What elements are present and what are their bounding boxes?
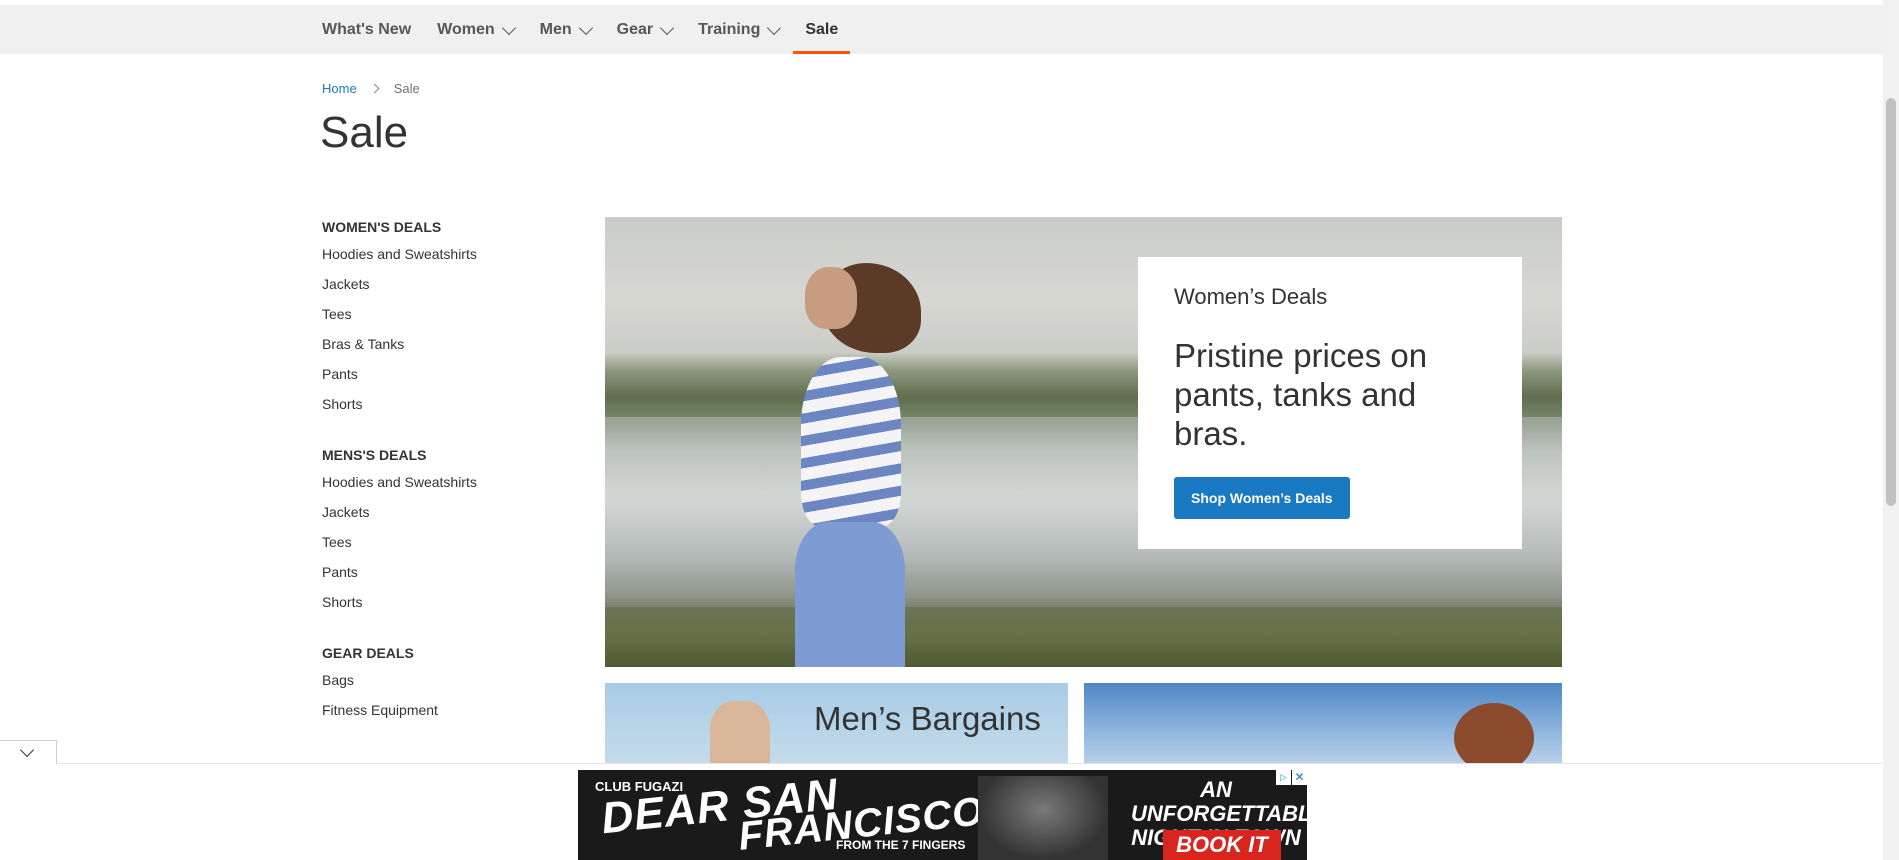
nav-item-label: Training — [698, 20, 761, 38]
runner-tank-top — [801, 357, 901, 527]
scrollbar-thumb[interactable] — [1886, 98, 1896, 506]
nav-item-label: Sale — [805, 20, 839, 38]
mens-bargains-tile[interactable]: Men’s Bargains — [605, 683, 1068, 763]
sidebar-link[interactable]: Shorts — [322, 389, 572, 419]
nav-item-men[interactable]: Men — [539, 5, 593, 54]
ad-collapse-toggle[interactable] — [0, 740, 57, 764]
sidebar-link[interactable]: Shorts — [322, 587, 572, 617]
sidebar-link[interactable]: Bags — [322, 665, 572, 695]
mens-deals-group: MENS'S DEALS Hoodies and Sweatshirts Jac… — [322, 443, 572, 617]
chevron-right-icon — [369, 83, 380, 94]
runner-leggings — [795, 522, 905, 667]
group-heading: GEAR DEALS — [322, 645, 414, 661]
breadcrumb-home-link[interactable]: Home — [322, 81, 357, 96]
tile-title: Men’s Bargains — [814, 700, 1041, 737]
promo-headline: Pristine prices on pants, tanks and bras… — [1174, 337, 1428, 452]
gear-promo-image — [1454, 703, 1534, 763]
runner-head — [805, 267, 857, 329]
group-heading: WOMEN'S DEALS — [322, 219, 442, 235]
nav-item-label: Men — [539, 20, 572, 38]
chevron-down-icon — [501, 20, 516, 35]
sidebar-link[interactable]: Hoodies and Sweatshirts — [322, 467, 572, 497]
nav-item-training[interactable]: Training — [698, 5, 782, 54]
sidebar-link[interactable]: Hoodies and Sweatshirts — [322, 239, 572, 269]
advertisement-banner[interactable]: CLUB FUGAZI DEAR SAN FRANCISCO FROM THE … — [578, 770, 1307, 860]
nav-item-women[interactable]: Women — [437, 5, 516, 54]
page-title: Sale — [320, 108, 409, 157]
hero-promo-card: Women’s Deals Pristine prices on pants, … — [1138, 257, 1522, 549]
chevron-down-icon — [19, 742, 35, 758]
sidebar-link[interactable]: Bras & Tanks — [322, 329, 572, 359]
nav-item-whats-new[interactable]: What's New — [322, 5, 411, 54]
nav-item-label: Gear — [616, 20, 654, 38]
ad-performer-image — [978, 776, 1108, 860]
sidebar-link[interactable]: Jackets — [322, 497, 572, 527]
nav-item-gear[interactable]: Gear — [616, 5, 675, 54]
main-navigation: What's New Women Men Gear Training Sale — [0, 5, 1883, 54]
group-heading: MENS'S DEALS — [322, 447, 427, 463]
gear-promo-tile[interactable] — [1084, 683, 1562, 763]
womens-deals-hero[interactable]: Women’s Deals Pristine prices on pants, … — [605, 217, 1562, 667]
mens-bargains-image — [710, 701, 770, 763]
sidebar-link[interactable]: Tees — [322, 527, 572, 557]
sidebar-link[interactable]: Fitness Equipment — [322, 695, 572, 725]
hero-grass-image — [605, 597, 1562, 667]
page-scrollbar[interactable] — [1883, 0, 1899, 860]
chevron-down-icon — [767, 20, 782, 35]
ad-from: FROM THE 7 FINGERS — [836, 838, 966, 852]
sidebar-link[interactable]: Pants — [322, 359, 572, 389]
ad-close-icon[interactable]: ✕ — [1292, 770, 1307, 785]
ad-book-it-button[interactable]: BOOK IT — [1163, 830, 1281, 860]
gear-deals-group: GEAR DEALS Bags Fitness Equipment — [322, 641, 572, 725]
sale-sidebar: WOMEN'S DEALS Hoodies and Sweatshirts Ja… — [322, 215, 572, 749]
ad-info-icon[interactable]: ▷ — [1276, 770, 1291, 785]
nav-item-label: Women — [437, 20, 495, 38]
sidebar-link[interactable]: Tees — [322, 299, 572, 329]
nav-item-label: What's New — [322, 20, 412, 38]
breadcrumb-current: Sale — [393, 81, 420, 96]
sidebar-link[interactable]: Pants — [322, 557, 572, 587]
nav-item-sale[interactable]: Sale — [793, 5, 851, 54]
womens-deals-group: WOMEN'S DEALS Hoodies and Sweatshirts Ja… — [322, 215, 572, 419]
chevron-down-icon — [660, 20, 675, 35]
chevron-down-icon — [578, 20, 593, 35]
sidebar-link[interactable]: Jackets — [322, 269, 572, 299]
promo-subtitle: Women’s Deals — [1174, 284, 1328, 309]
runner-image — [775, 263, 955, 667]
shop-womens-deals-button[interactable]: Shop Women’s Deals — [1174, 477, 1350, 519]
breadcrumb: Home Sale — [322, 81, 420, 96]
